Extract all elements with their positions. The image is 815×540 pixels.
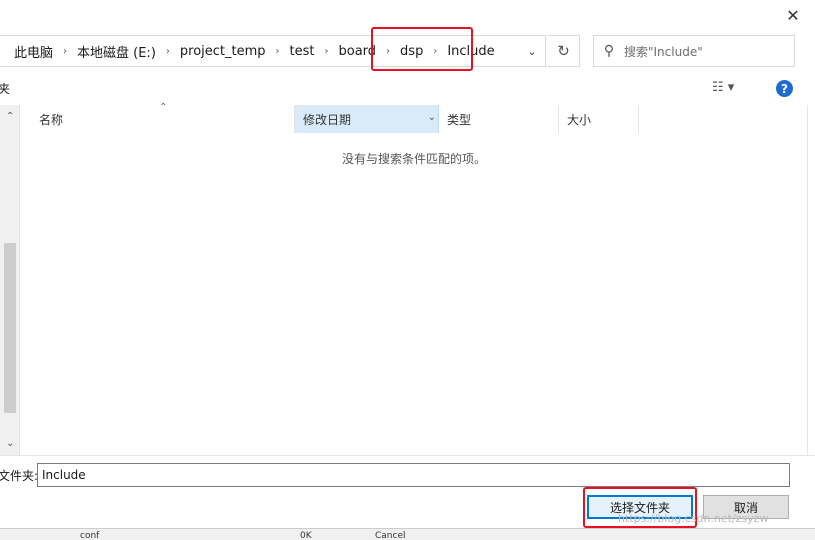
help-icon: ? (781, 81, 788, 96)
background-cell: conf (80, 531, 100, 540)
chevron-right-icon[interactable]: › (159, 46, 177, 57)
folder-picker-dialog: ✕ 此电脑 › 本地磁盘 (E:) › project_temp › test … (0, 0, 815, 540)
breadcrumb-test[interactable]: test (287, 44, 318, 59)
toolbar-new-folder-label[interactable]: 夹 (0, 80, 10, 97)
search-icon: ⚲ (603, 43, 615, 59)
chevron-down-icon[interactable]: ⌄ (428, 112, 436, 123)
divider (807, 105, 808, 455)
background-window-strip: conf 0K Cancel (0, 528, 815, 540)
scrollbar-thumb[interactable] (4, 243, 16, 413)
column-size-label: 大小 (567, 112, 592, 127)
folder-name-value: Include (42, 468, 86, 482)
column-date-label: 修改日期 (303, 112, 352, 127)
scroll-down-icon[interactable]: ⌄ (6, 438, 14, 449)
chevron-right-icon[interactable]: › (56, 46, 74, 57)
folder-name-field[interactable]: Include (37, 463, 790, 487)
column-header-date[interactable]: 修改日期 ⌄ (295, 105, 439, 133)
chevron-right-icon[interactable]: › (269, 46, 287, 57)
column-header-name[interactable]: ⌃ 名称 (21, 102, 295, 133)
refresh-button[interactable]: ↻ (548, 35, 580, 67)
help-button[interactable]: ? (776, 80, 793, 97)
column-name-label: 名称 (39, 112, 64, 127)
empty-results-message: 没有与搜索条件匹配的项。 (342, 152, 487, 166)
scroll-up-icon[interactable]: ⌃ (6, 111, 14, 122)
sort-ascending-icon: ⌃ (159, 102, 168, 113)
divider (0, 455, 815, 456)
column-header-size[interactable]: 大小 (559, 105, 639, 133)
chevron-right-icon[interactable]: › (318, 46, 336, 57)
breadcrumb-this-pc[interactable]: 此电脑 (11, 42, 56, 61)
column-header-type[interactable]: 类型 (439, 105, 559, 133)
breadcrumb-local-disk-e[interactable]: 本地磁盘 (E:) (74, 42, 159, 61)
watermark: https://blog.csdn.net/zsyzw (618, 512, 769, 525)
close-button[interactable]: ✕ (778, 2, 808, 28)
breadcrumb-project-temp[interactable]: project_temp (177, 44, 269, 59)
address-history-dropdown-icon[interactable]: ⌄ (525, 44, 539, 58)
search-input[interactable]: ⚲ 搜索"Include" (593, 35, 795, 67)
folder-name-label: 文件夹: (0, 469, 39, 483)
background-cell: 0K (300, 531, 312, 540)
column-type-label: 类型 (447, 112, 472, 127)
highlight-box-path (371, 27, 473, 71)
background-cell: Cancel (375, 531, 406, 540)
refresh-icon: ↻ (557, 42, 570, 60)
column-header-row: ⌃ 名称 修改日期 ⌄ 类型 大小 (21, 102, 808, 133)
navigation-pane-scrollbar[interactable]: ⌃ ⌄ (0, 105, 20, 455)
close-icon: ✕ (786, 5, 800, 25)
search-placeholder: 搜索"Include" (624, 44, 703, 59)
view-options-button[interactable]: ☷ ▾ (712, 80, 734, 95)
view-list-icon: ☷ ▾ (712, 80, 735, 95)
